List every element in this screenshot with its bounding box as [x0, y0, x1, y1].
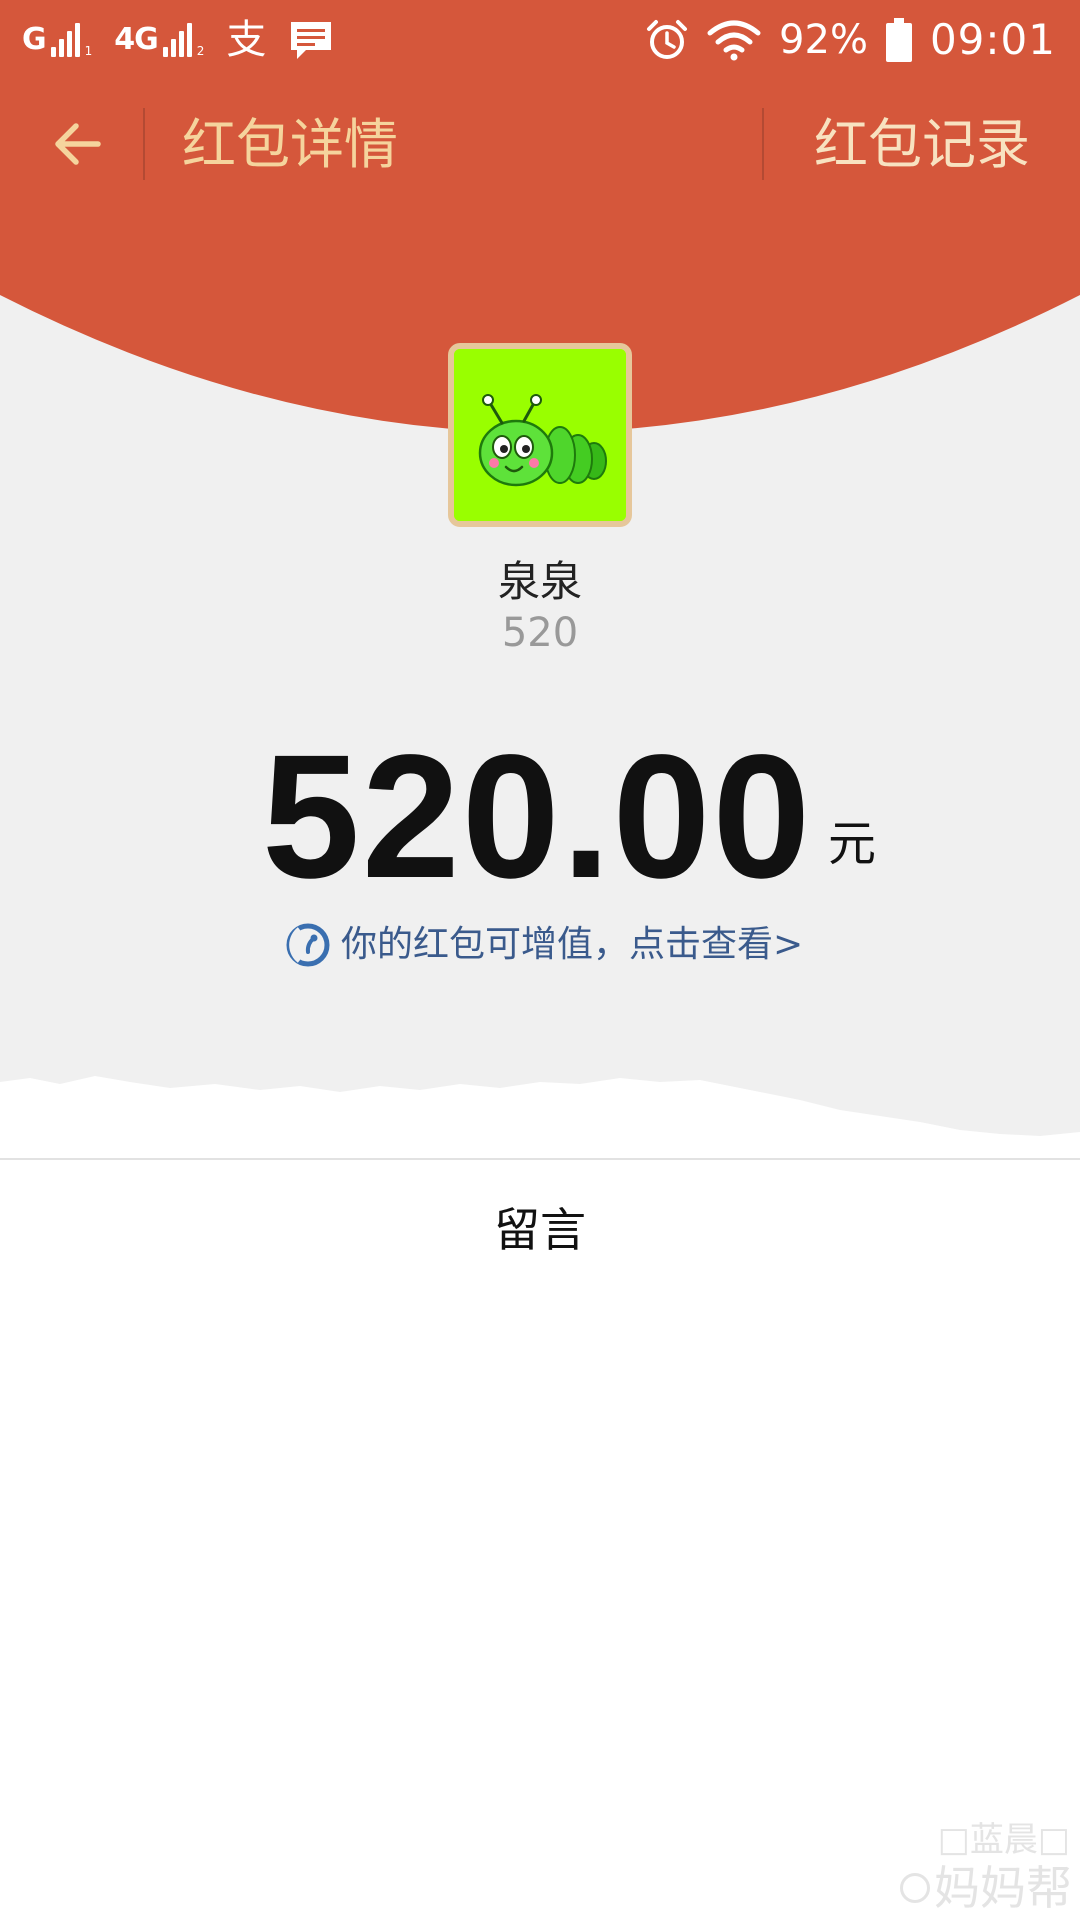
watermark-site: 妈妈帮 — [900, 1862, 1072, 1914]
back-button[interactable] — [40, 108, 112, 180]
growth-icon — [286, 923, 330, 967]
nav-divider — [143, 108, 145, 180]
watermark-author: □蓝晨□ — [937, 1820, 1070, 1860]
alipay-icon: 支 — [226, 17, 267, 63]
red-packet-detail-screen: G 1 4G 2 支 92% 09:01 红包详情 红包记录 泉泉 520 52… — [0, 0, 1080, 1920]
signal-icon: 4G 2 — [114, 22, 205, 58]
message-section-title: 留言 — [494, 1203, 586, 1257]
value-added-text: 你的红包可增值，点击查看> — [341, 924, 804, 965]
amount-unit: 元 — [828, 816, 877, 872]
battery-icon — [885, 18, 912, 62]
wifi-icon — [707, 20, 761, 61]
torn-paper-edge — [0, 1076, 1080, 1170]
message-icon — [291, 22, 332, 59]
alarm-icon — [647, 20, 688, 59]
caterpillar-avatar-image — [454, 349, 626, 521]
amount-value: 520.00 — [262, 719, 813, 915]
sender-avatar[interactable] — [448, 343, 632, 527]
section-divider — [0, 1158, 1080, 1160]
watermark-at-icon — [900, 1873, 930, 1903]
clock: 09:01 — [929, 15, 1056, 64]
page-title: 红包详情 — [182, 113, 398, 176]
amount-display: 520.00 元 — [0, 719, 1080, 915]
navigation-bar: 红包详情 红包记录 — [0, 90, 1080, 200]
battery-percent: 92% — [779, 17, 868, 63]
signal-icon: G 1 — [22, 22, 93, 58]
status-bar: G 1 4G 2 支 92% 09:01 — [0, 0, 1080, 80]
watermark-site-text: 妈妈帮 — [934, 1861, 1072, 1915]
nav-divider — [762, 108, 764, 180]
back-arrow-icon — [55, 123, 101, 165]
sender-name: 泉泉 — [497, 557, 582, 606]
red-packet-records-link[interactable]: 红包记录 — [814, 112, 1030, 178]
packet-note: 520 — [501, 610, 579, 656]
value-added-link[interactable]: 你的红包可增值，点击查看> — [285, 918, 803, 972]
